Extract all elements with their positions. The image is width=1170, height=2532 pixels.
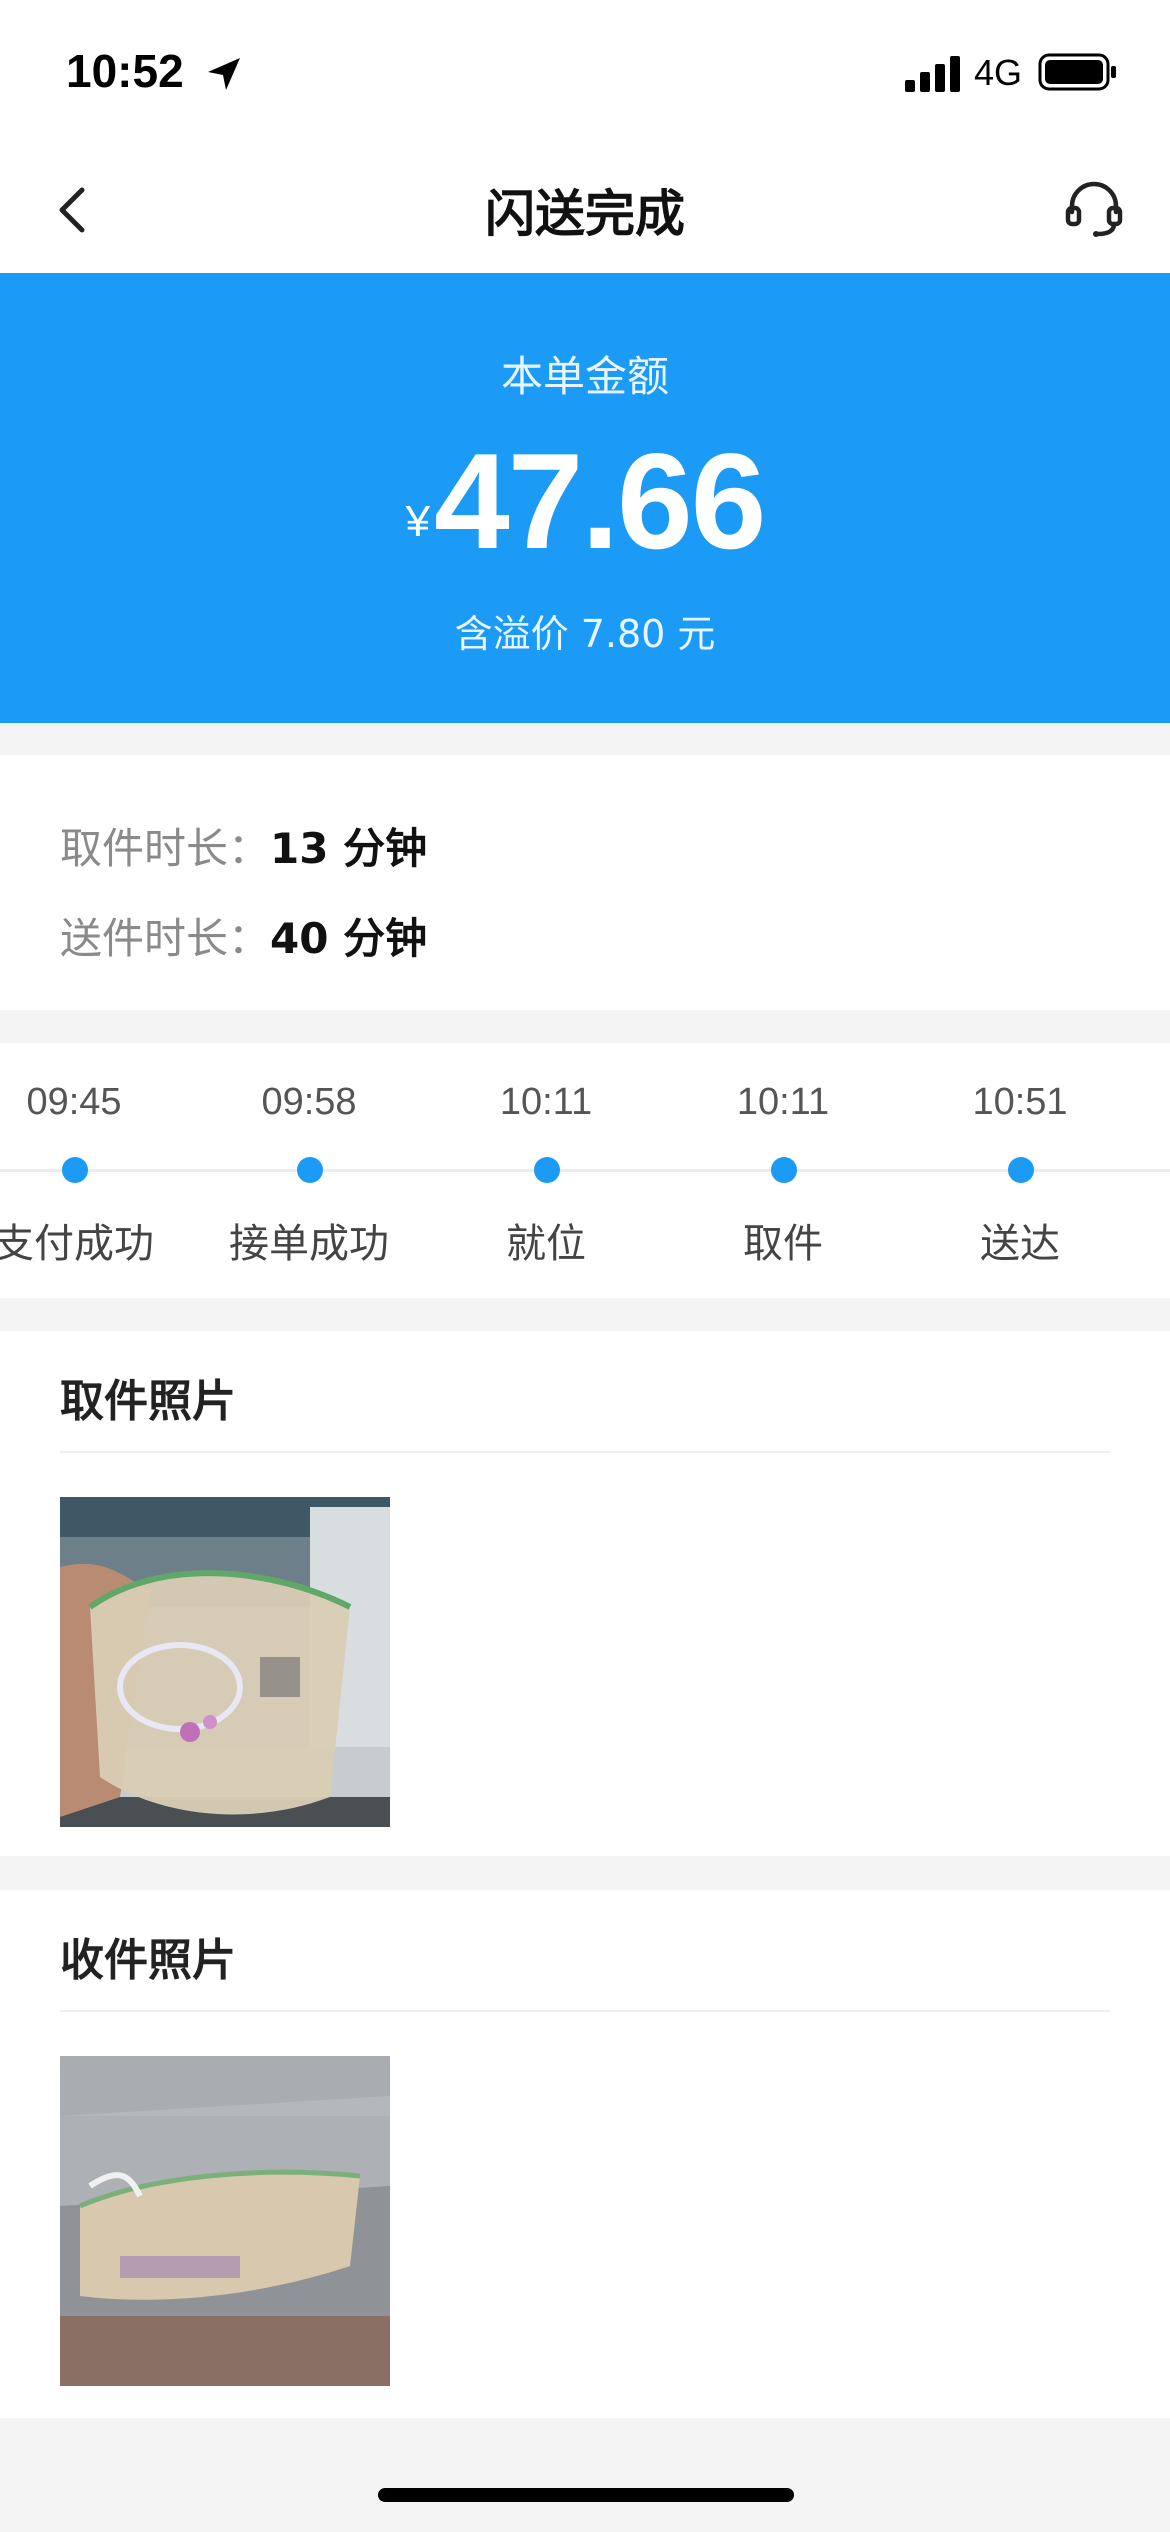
order-timeline[interactable]: 09:45 支付成功 09:58 接单成功 10:11 就位 10:11 取件 … [0, 1043, 1170, 1298]
currency-symbol: ¥ [405, 497, 431, 546]
timeline-label: 接单成功 [229, 1221, 389, 1267]
pickup-photo-section: 取件照片 [0, 1331, 1170, 1856]
timeline-time: 10:11 [736, 1081, 830, 1123]
headset-icon[interactable] [1062, 176, 1126, 240]
amount-banner: 本单金额 ¥47.66 含溢价 7.80 元 [0, 273, 1170, 723]
amount-label: 本单金额 [500, 352, 669, 401]
pickup-duration-row: 取件时长：13 分钟 [60, 815, 427, 876]
delivery-duration-label: 送件时长： [60, 914, 271, 963]
timeline-label: 送达 [980, 1221, 1060, 1267]
timeline-time: 10:11 [499, 1081, 593, 1123]
order-complete-page: 10:52 4G 闪送完成 本单金额 ¥47.66 含溢价 7.80 元 取件时… [0, 0, 1170, 2532]
timeline-step: 10:51 送达 [900, 1043, 1140, 1298]
timeline-step: 09:58 接单成功 [189, 1043, 429, 1298]
pickup-photo-title: 取件照片 [60, 1376, 236, 1427]
timeline-step: 09:45 支付成功 [0, 1043, 194, 1298]
location-arrow-icon [208, 58, 240, 90]
pickup-duration-label: 取件时长： [60, 824, 271, 873]
timeline-time: 09:45 [26, 1081, 122, 1123]
timeline-dot [297, 1157, 323, 1183]
timeline-dot [1008, 1157, 1034, 1183]
timeline-time: 10:51 [972, 1081, 1068, 1123]
timeline-step: 10:11 就位 [426, 1043, 666, 1298]
receipt-photo-section: 收件照片 [0, 1890, 1170, 2418]
signal-icon [905, 56, 960, 92]
status-time: 10:52 [66, 45, 184, 97]
order-amount: 47.66 [434, 425, 766, 577]
amount-row: ¥47.66 [0, 433, 1170, 569]
status-bar: 10:52 4G [0, 0, 1170, 140]
timeline-label: 取件 [743, 1221, 823, 1267]
section-divider [60, 2010, 1110, 2012]
section-divider [60, 1451, 1110, 1453]
receipt-photo-thumbnail[interactable] [60, 2056, 390, 2386]
delivery-duration-value: 40 分钟 [270, 914, 428, 963]
delivery-duration-row: 送件时长：40 分钟 [60, 905, 427, 966]
receipt-photo-title: 收件照片 [60, 1935, 236, 1986]
premium-note: 含溢价 7.80 元 [454, 612, 716, 656]
timeline-label: 支付成功 [0, 1221, 154, 1267]
timeline-step: 10:11 取件 [663, 1043, 903, 1298]
timeline-dot [62, 1157, 88, 1183]
page-title: 闪送完成 [485, 185, 685, 243]
pickup-photo-thumbnail[interactable] [60, 1497, 390, 1827]
timeline-dot [534, 1157, 560, 1183]
home-indicator[interactable] [378, 2488, 794, 2502]
network-type: 4G [974, 52, 1023, 93]
nav-bar: 闪送完成 [0, 140, 1170, 273]
duration-card: 取件时长：13 分钟 送件时长：40 分钟 [0, 755, 1170, 1010]
timeline-label: 就位 [506, 1221, 586, 1267]
pickup-duration-value: 13 分钟 [270, 824, 428, 873]
timeline-time: 09:58 [261, 1081, 357, 1123]
battery-icon [1038, 53, 1116, 91]
timeline-dot [771, 1157, 797, 1183]
